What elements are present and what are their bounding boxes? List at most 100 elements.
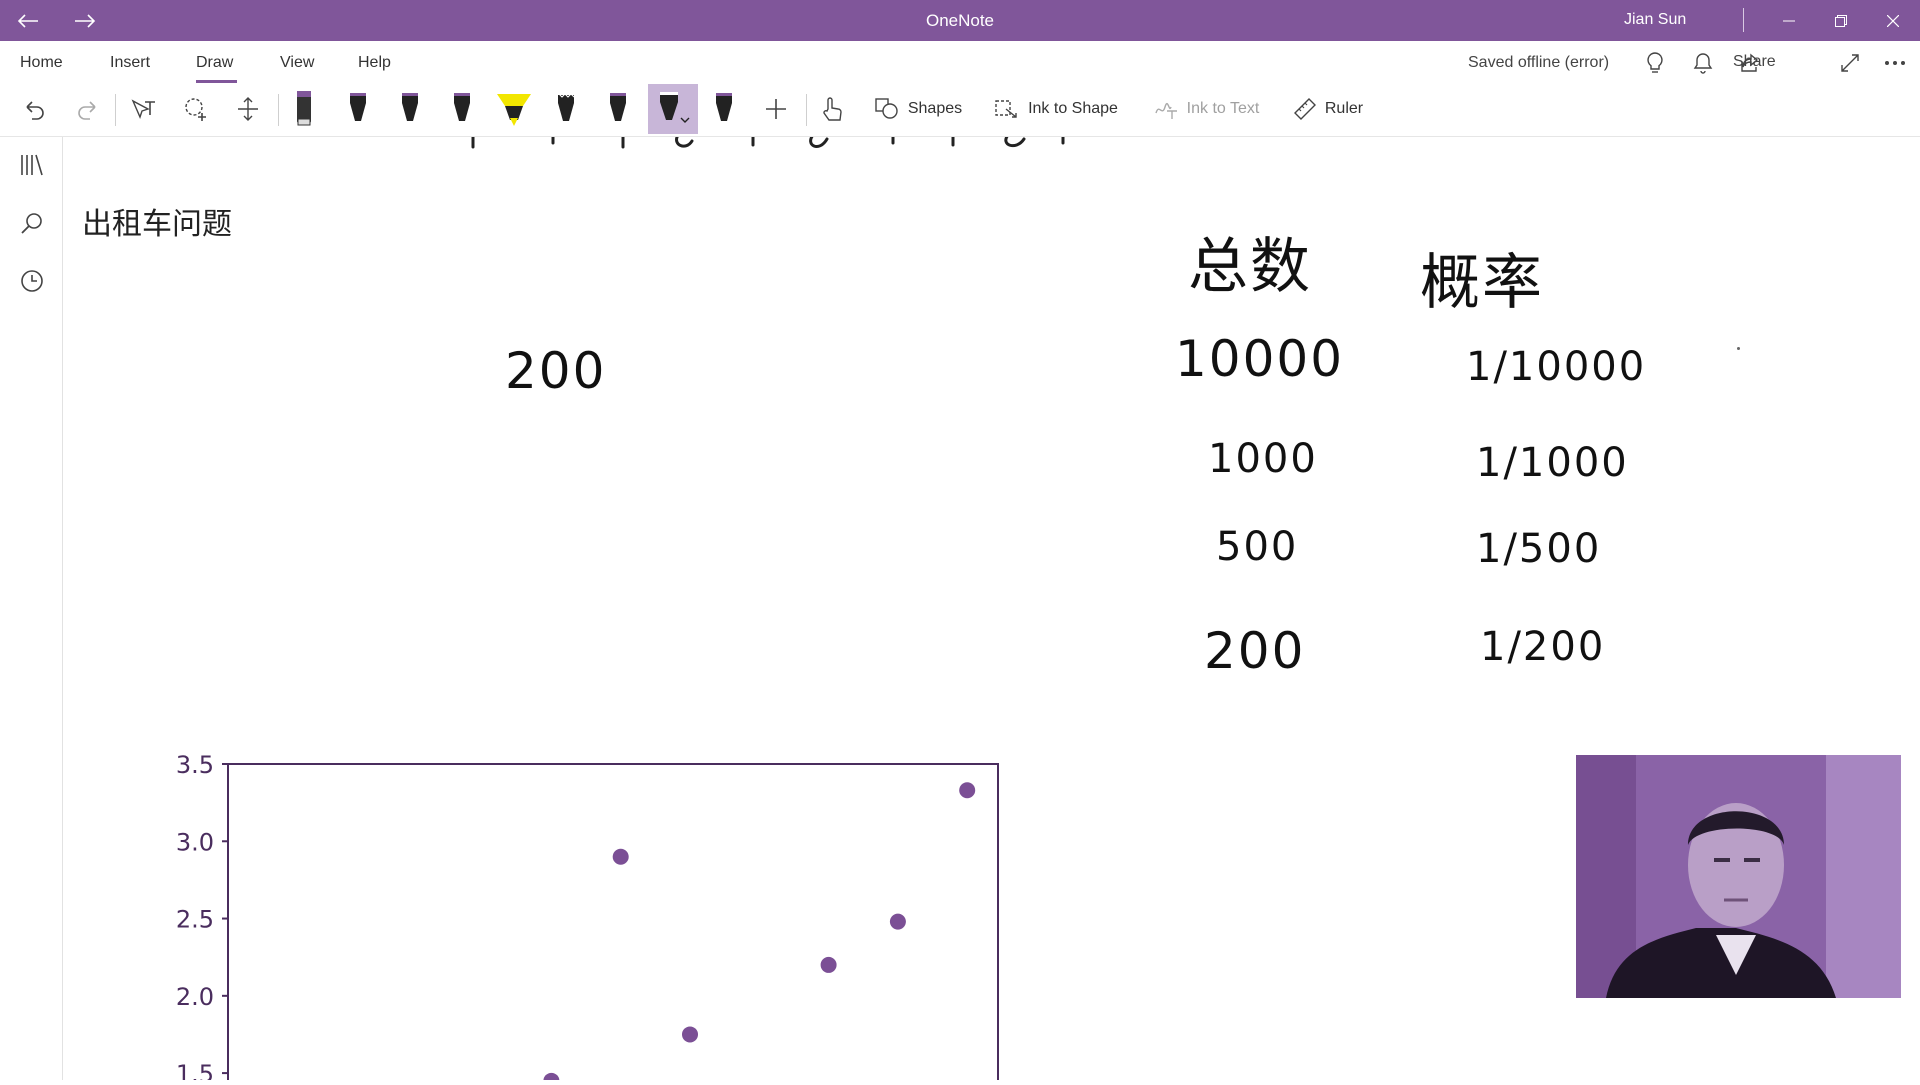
lasso-select-button[interactable] [178, 84, 214, 134]
ink-prob-row-3[interactable]: 1/500 [1476, 526, 1601, 572]
redo-button[interactable] [70, 84, 104, 134]
pen-5-button[interactable] [600, 84, 636, 134]
lightbulb-button[interactable] [1640, 49, 1670, 77]
minimize-icon [1783, 20, 1795, 21]
ink-to-shape-button[interactable]: Ink to Shape [988, 84, 1124, 134]
ink-total-row-4[interactable]: 200 [1204, 622, 1305, 680]
ink-prob-row-2[interactable]: 1/1000 [1476, 440, 1629, 486]
restore-button[interactable] [1816, 0, 1866, 41]
ink-dot [1737, 347, 1740, 350]
pen-1-button[interactable] [340, 84, 376, 134]
search-button[interactable] [14, 205, 50, 241]
more-icon [1885, 61, 1905, 65]
fullscreen-button[interactable] [1836, 49, 1864, 77]
pen-icon [716, 93, 732, 121]
eraser-icon [297, 91, 311, 126]
ruler-button[interactable]: Ruler [1288, 84, 1368, 134]
more-button[interactable] [1880, 49, 1910, 77]
plus-icon [766, 99, 786, 119]
active-tab-indicator [196, 80, 237, 83]
ink-strokes-top [471, 137, 1065, 149]
pen-2-button[interactable] [392, 84, 428, 134]
type-select-button[interactable] [126, 84, 162, 134]
ink-number-200[interactable]: 200 [505, 342, 606, 400]
navigation-sidebar [0, 137, 63, 1080]
presenter-image [1576, 755, 1901, 998]
add-pen-button[interactable] [758, 84, 794, 134]
ink-total-row-3[interactable]: 500 [1216, 524, 1298, 570]
title-separator [1743, 8, 1744, 32]
title-bar: OneNote Jian Sun [0, 0, 1920, 41]
tab-draw[interactable]: Draw [196, 54, 233, 72]
pen-icon [558, 93, 575, 121]
lasso-icon [185, 98, 206, 121]
toolbar-separator [806, 94, 807, 126]
ribbon-tabs: Home Insert Draw View Help [0, 41, 1920, 83]
sync-status[interactable]: Saved offline (error) [1468, 54, 1609, 72]
user-name[interactable]: Jian Sun [1624, 11, 1686, 29]
share-button[interactable]: Share [1733, 53, 1776, 71]
scatter-point [820, 956, 837, 973]
pen-icon [660, 92, 690, 123]
redo-icon [78, 101, 96, 120]
tab-home[interactable]: Home [20, 54, 63, 72]
touch-draw-button[interactable] [814, 84, 850, 134]
add-space-icon [238, 97, 258, 121]
lightbulb-icon [1647, 52, 1663, 73]
pen-6-button-selected[interactable] [648, 84, 698, 134]
toolbar-separator [278, 94, 279, 126]
scatter-point [682, 1026, 698, 1043]
pen-icon [454, 93, 470, 121]
text-select-icon [131, 99, 155, 119]
clock-icon [21, 270, 43, 292]
recent-button[interactable] [14, 263, 50, 299]
scatter-point [889, 913, 906, 930]
notebooks-button[interactable] [14, 147, 50, 183]
ink-to-text-button[interactable]: Ink to Text [1146, 84, 1266, 134]
notifications-button[interactable] [1688, 49, 1718, 77]
ink-to-text-label: Ink to Text [1186, 100, 1260, 117]
ink-total-row-1[interactable]: 10000 [1175, 330, 1344, 388]
ink-to-shape-label: Ink to Shape [1028, 100, 1118, 117]
y-tick-label: 2.5 [176, 906, 214, 934]
undo-button[interactable] [18, 84, 52, 134]
highlighter-button[interactable] [494, 84, 534, 134]
eraser-button[interactable] [286, 84, 322, 134]
scatter-plot-svg: 3.5 3.0 2.5 2.0 1.5 [176, 751, 999, 1085]
draw-toolbar: Shapes Ink to Shape Ink to Text Ruler [0, 84, 1920, 137]
scatter-point [612, 848, 629, 865]
ink-total-row-2[interactable]: 1000 [1208, 436, 1318, 482]
plot-frame [227, 763, 999, 1085]
bell-icon [1693, 53, 1713, 74]
pen-3-button[interactable] [444, 84, 480, 134]
webcam-video [1576, 755, 1901, 998]
ink-prob-row-1[interactable]: 1/10000 [1466, 344, 1646, 390]
add-space-button[interactable] [230, 84, 266, 134]
scatter-chart[interactable]: 3.5 3.0 2.5 2.0 1.5 [160, 748, 1020, 1085]
toolbar-separator [115, 94, 116, 126]
pen-icon [350, 93, 366, 121]
restore-icon [1835, 14, 1847, 27]
tab-help[interactable]: Help [358, 54, 391, 72]
tab-insert[interactable]: Insert [110, 54, 150, 72]
ink-to-shape-icon [995, 100, 1017, 118]
shapes-label: Shapes [907, 100, 963, 117]
note-title-text[interactable]: 出租车问题 [82, 199, 232, 243]
y-tick-label: 1.5 [176, 1060, 214, 1080]
shapes-button[interactable]: Shapes [868, 84, 968, 134]
pen-4-button[interactable] [548, 84, 584, 134]
ink-prob-row-4[interactable]: 1/200 [1480, 624, 1605, 670]
ruler-label: Ruler [1324, 100, 1364, 117]
shapes-icon [875, 98, 898, 119]
pen-7-button[interactable] [706, 84, 742, 134]
ink-header-probability[interactable]: 概率 [1420, 234, 1544, 321]
y-tick-label: 2.0 [176, 983, 214, 1011]
library-icon [21, 154, 43, 176]
tab-view[interactable]: View [280, 54, 314, 72]
scatter-point [543, 1072, 560, 1085]
close-button[interactable] [1868, 0, 1918, 41]
undo-icon [26, 101, 44, 120]
ink-header-total[interactable]: 总数 [1188, 218, 1312, 305]
minimize-button[interactable] [1764, 0, 1814, 41]
touch-hand-icon [823, 97, 842, 121]
